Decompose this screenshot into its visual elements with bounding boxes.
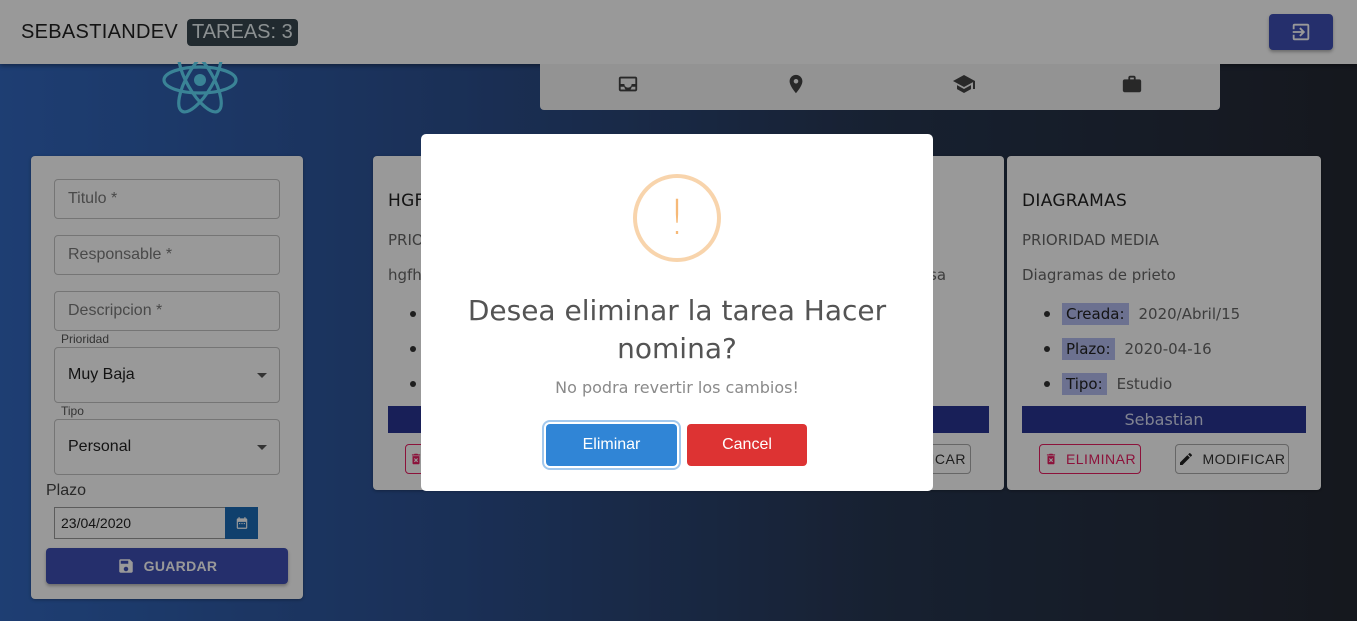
warning-glyph: ! bbox=[667, 190, 687, 246]
cancel-button[interactable]: Cancel bbox=[687, 424, 807, 466]
confirm-delete-button[interactable]: Eliminar bbox=[546, 424, 677, 466]
confirm-dialog: ! Desea eliminar la tarea Hacer nomina? … bbox=[421, 134, 933, 491]
dialog-message: No podra revertir los cambios! bbox=[555, 378, 799, 397]
dialog-title: Desea eliminar la tarea Hacer nomina? bbox=[467, 294, 887, 365]
warning-icon: ! bbox=[633, 174, 721, 262]
